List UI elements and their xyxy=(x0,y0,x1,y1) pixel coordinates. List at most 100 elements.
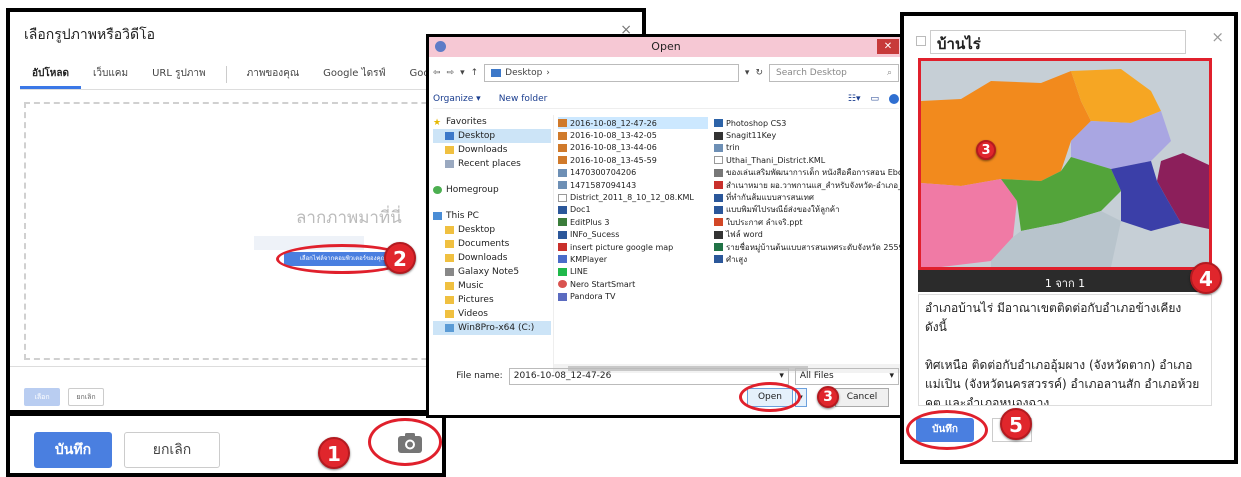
nav-recent-places[interactable]: Recent places xyxy=(433,157,551,171)
file-item[interactable]: Photoshop CS3 xyxy=(714,117,900,129)
new-folder-button[interactable]: New folder xyxy=(499,94,548,104)
preview-pane-icon[interactable]: ▭ xyxy=(870,94,879,104)
chevron-down-icon[interactable]: ▾ xyxy=(779,371,784,381)
nav-this-pc[interactable]: This PC xyxy=(433,209,551,223)
save-bar: บันทึก ยกเลิก xyxy=(6,412,446,477)
file-item[interactable]: 1471587094143 xyxy=(558,179,708,191)
search-input[interactable]: Search Desktop ⌕ xyxy=(769,64,899,82)
file-item[interactable]: ไฟล์ word xyxy=(714,229,900,241)
file-item[interactable]: LINE xyxy=(558,266,708,278)
file-item[interactable]: ของเล่นเสริมพัฒนาการเด็ก หนังสือคือการสอ… xyxy=(714,167,900,179)
back-arrow-icon[interactable]: ⇦ xyxy=(433,68,441,78)
nav-label: Videos xyxy=(458,309,488,319)
file-item[interactable]: แบบพิมพ์ไปรษณีย์ส่งของให้ลูกค้า xyxy=(714,204,900,216)
music-icon xyxy=(445,282,454,290)
file-name: EditPlus 3 xyxy=(570,217,610,227)
file-item[interactable]: Uthai_Thani_District.KML xyxy=(714,154,900,166)
folder-icon xyxy=(714,230,723,239)
file-item[interactable]: Doc1 xyxy=(558,204,708,216)
nav-downloads[interactable]: Downloads xyxy=(433,143,551,157)
cancel-button[interactable]: ยกเลิก xyxy=(124,432,220,468)
file-item[interactable]: 2016-10-08_13-44-06 xyxy=(558,142,708,154)
breadcrumb[interactable]: Desktop › xyxy=(484,64,739,82)
nav-pictures[interactable]: Pictures xyxy=(433,293,551,307)
save-button[interactable]: บันทึก xyxy=(34,432,112,468)
file-item[interactable]: EditPlus 3 xyxy=(558,216,708,228)
nav-label: Pictures xyxy=(458,295,494,305)
description-textarea[interactable]: อำเภอบ้านไร่ มีอาณาเขตติดต่อกับอำเภอข้าง… xyxy=(918,294,1212,406)
chevron-down-icon[interactable]: ▾ xyxy=(745,68,750,78)
file-item[interactable]: 2016-10-08_12-47-26 xyxy=(558,117,708,130)
word-icon xyxy=(558,230,567,239)
file-name-row: File name: 2016-10-08_12-47-26 ▾ All Fil… xyxy=(433,367,899,385)
file-type-select[interactable]: All Files ▾ xyxy=(794,367,899,385)
file-column-right: Photoshop CS3 Snagit11Key trin Uthai_Tha… xyxy=(714,117,900,266)
file-item[interactable]: Snagit11Key xyxy=(714,129,900,141)
nav-homegroup[interactable]: Homegroup xyxy=(433,183,551,197)
dialog-title: Open xyxy=(651,40,681,53)
file-item[interactable]: ที่ทำกันส้มแบบสารสนเทศ xyxy=(714,191,900,203)
nav-videos[interactable]: Videos xyxy=(433,307,551,321)
view-options-icon[interactable]: ☷▾ xyxy=(848,94,861,104)
nav-drive-c[interactable]: Win8Pro-x64 (C:) xyxy=(433,321,551,335)
file-item[interactable]: 2016-10-08_13-45-59 xyxy=(558,154,708,166)
place-title-input[interactable]: บ้านไร่ xyxy=(930,30,1186,54)
nav-desktop[interactable]: Desktop xyxy=(433,129,551,143)
nav-favorites[interactable]: ★ Favorites xyxy=(433,115,551,129)
up-arrow-icon[interactable]: ↑ xyxy=(471,68,479,78)
cancel-button[interactable]: Cancel xyxy=(835,388,889,407)
cancel-button[interactable]: ยกเลิก xyxy=(68,388,104,406)
snagit-icon xyxy=(714,131,723,140)
collapse-icon[interactable] xyxy=(916,36,926,46)
select-button[interactable]: เลือก xyxy=(24,388,60,406)
file-item[interactable]: ใบประกาศ ลำเจริ.ppt xyxy=(714,216,900,228)
file-name: สำเนาหมาย ผอ.วาพกานแส_สำหรับจังหวัด-อำเภ… xyxy=(726,180,900,190)
tab-google-drive[interactable]: Google ไดรฟ์ xyxy=(311,60,397,89)
nav-label: This PC xyxy=(446,211,479,221)
tab-your-images[interactable]: ภาพของคุณ xyxy=(235,60,312,89)
file-name-input[interactable]: 2016-10-08_12-47-26 ▾ xyxy=(508,367,789,385)
file-item[interactable]: INFo_Sucess xyxy=(558,229,708,241)
file-item[interactable]: สำเนาหมาย ผอ.วาพกานแส_สำหรับจังหวัด-อำเภ… xyxy=(714,179,900,191)
file-item[interactable]: trin xyxy=(714,142,900,154)
file-name: ของเล่นเสริมพัฒนาการเด็ก หนังสือคือการสอ… xyxy=(726,168,900,178)
file-item[interactable]: Nero StartSmart xyxy=(558,278,708,290)
nav-documents[interactable]: Documents xyxy=(433,237,551,251)
help-icon[interactable] xyxy=(889,93,899,104)
document-icon xyxy=(558,193,567,202)
file-item[interactable]: รายชื่อหมู่บ้านต้นแบบสารสนเทศระดับจังหวั… xyxy=(714,241,900,253)
image-file-icon xyxy=(558,131,567,140)
chevron-down-icon[interactable]: ▾ xyxy=(460,68,465,78)
homegroup-icon xyxy=(433,186,442,194)
map-image xyxy=(918,58,1212,270)
file-item[interactable]: ศำเสูง xyxy=(714,253,900,265)
nav-pc-downloads[interactable]: Downloads xyxy=(433,251,551,265)
forward-arrow-icon[interactable]: ⇨ xyxy=(447,68,455,78)
nav-music[interactable]: Music xyxy=(433,279,551,293)
nero-icon xyxy=(558,280,567,289)
nav-galaxy-note5[interactable]: Galaxy Note5 xyxy=(433,265,551,279)
tab-upload[interactable]: อัปโหลด xyxy=(20,60,81,89)
highlight-ellipse xyxy=(906,410,988,450)
file-item[interactable]: KMPlayer xyxy=(558,253,708,265)
file-item[interactable]: insert picture google map xyxy=(558,241,708,253)
title-bar: Open ✕ xyxy=(429,37,903,57)
word-icon xyxy=(714,181,723,190)
word-icon xyxy=(714,255,723,264)
word-icon xyxy=(714,193,723,202)
close-icon[interactable]: × xyxy=(1211,28,1224,46)
tab-image-url[interactable]: URL รูปภาพ xyxy=(140,60,218,89)
file-item[interactable]: District_2011_8_10_12_08.KML xyxy=(558,191,708,203)
refresh-icon[interactable]: ↻ xyxy=(755,68,763,78)
file-item[interactable]: Pandora TV xyxy=(558,290,708,302)
nav-pc-desktop[interactable]: Desktop xyxy=(433,223,551,237)
close-button[interactable]: ✕ xyxy=(877,39,899,54)
file-list: 2016-10-08_12-47-26 2016-10-08_13-42-05 … xyxy=(553,115,901,373)
file-item[interactable]: 1470300704206 xyxy=(558,167,708,179)
file-item[interactable]: 2016-10-08_13-42-05 xyxy=(558,129,708,141)
computer-icon xyxy=(433,212,442,220)
file-name: ที่ทำกันส้มแบบสารสนเทศ xyxy=(726,193,814,203)
tab-webcam[interactable]: เว็บแคม xyxy=(81,60,140,89)
organize-menu[interactable]: Organize ▾ xyxy=(433,94,481,104)
nav-label: Downloads xyxy=(458,145,508,155)
